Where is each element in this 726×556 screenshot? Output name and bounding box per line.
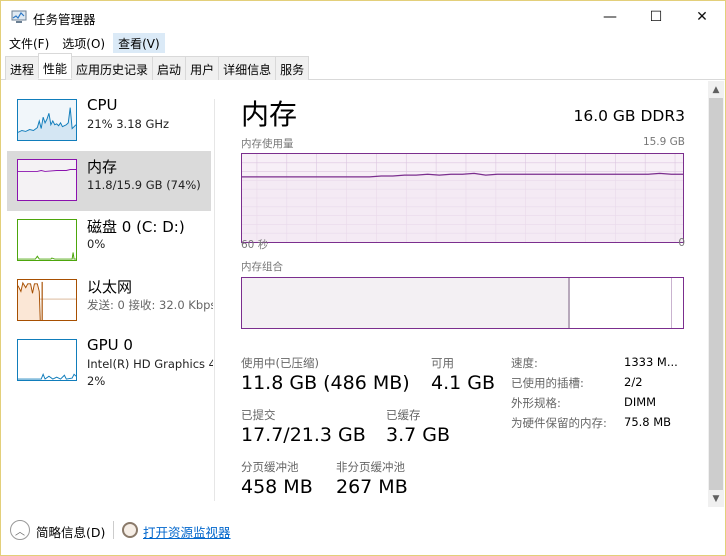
title-bar: 任务管理器 — ☐ ✕ <box>1 1 725 33</box>
sidebar-cpu-name: CPU <box>87 96 118 114</box>
sidebar-memory-usage: 11.8/15.9 GB (74%) <box>87 178 201 192</box>
tab-performance[interactable]: 性能 <box>38 53 73 79</box>
sidebar-ethernet-name: 以太网 <box>87 278 133 296</box>
graph-time-start: 60 秒 <box>241 239 269 251</box>
resource-monitor-icon <box>122 522 138 538</box>
maximize-button[interactable]: ☐ <box>633 1 679 33</box>
sidebar-ethernet-throughput: 发送: 0 接收: 32.0 Kbps <box>87 298 213 312</box>
close-button[interactable]: ✕ <box>679 1 725 33</box>
cached-label: 已缓存 <box>386 408 421 422</box>
sidebar-disk-name: 磁盘 0 (C: D:) <box>87 218 185 236</box>
maximize-icon: ☐ <box>649 9 663 25</box>
cached-value: 3.7 GB <box>386 424 451 446</box>
sidebar-item-ethernet[interactable]: 以太网 发送: 0 接收: 32.0 Kbps <box>7 271 213 331</box>
menu-bar: 文件(F) 选项(O) 查看(V) <box>1 33 725 53</box>
slots-used-value: 2/2 <box>624 375 643 389</box>
memory-usage-graph <box>241 153 684 243</box>
minimize-icon: — <box>603 9 617 25</box>
form-factor-label: 外形规格: <box>511 396 561 410</box>
hardware-reserved-value: 75.8 MB <box>624 415 672 429</box>
tab-startup[interactable]: 启动 <box>152 56 187 80</box>
gpu-thumbnail-graph <box>17 339 77 381</box>
sidebar-cpu-usage: 21% 3.18 GHz <box>87 117 170 131</box>
close-icon: ✕ <box>696 9 708 25</box>
paged-pool-label: 分页缓冲池 <box>241 460 299 474</box>
sidebar-item-cpu[interactable]: CPU 21% 3.18 GHz <box>7 91 211 151</box>
sidebar-gpu-model: Intel(R) HD Graphics 4600 <box>87 357 213 371</box>
in-use-value: 11.8 GB (486 MB) <box>241 372 410 394</box>
paged-pool-value: 458 MB <box>241 476 313 498</box>
nonpaged-pool-label: 非分页缓冲池 <box>336 460 405 474</box>
speed-value: 1333 M... <box>624 355 678 369</box>
task-manager-window: 任务管理器 — ☐ ✕ 文件(F) 选项(O) 查看(V) 进程 性能 应用历史… <box>0 0 726 556</box>
chevron-up-icon: ︿ <box>15 526 25 538</box>
sidebar-memory-name: 内存 <box>87 158 118 176</box>
sidebar-disk-usage: 0% <box>87 237 106 251</box>
minimize-button[interactable]: — <box>587 1 633 33</box>
cpu-thumbnail-graph <box>17 99 77 141</box>
tab-services[interactable]: 服务 <box>275 56 310 80</box>
in-use-label: 使用中(已压缩) <box>241 356 319 370</box>
tab-details[interactable]: 详细信息 <box>218 56 277 80</box>
footer-divider <box>113 521 114 539</box>
page-title: 内存 <box>241 98 298 131</box>
window-title: 任务管理器 <box>33 12 96 27</box>
usage-graph-label: 内存使用量 <box>241 138 294 150</box>
memory-thumbnail-graph <box>17 159 77 201</box>
composition-standby-segment[interactable] <box>569 278 672 328</box>
nonpaged-pool-value: 267 MB <box>336 476 408 498</box>
composition-label: 内存组合 <box>241 261 283 273</box>
form-factor-value: DIMM <box>624 395 657 409</box>
sidebar-gpu-name: GPU 0 <box>87 336 133 354</box>
disk-thumbnail-graph <box>17 219 77 261</box>
task-manager-app-icon <box>11 10 27 23</box>
ethernet-thumbnail-graph <box>17 279 77 321</box>
tab-users[interactable]: 用户 <box>185 56 220 80</box>
fewer-details-toggle[interactable]: ︿ <box>10 520 30 540</box>
composition-in-use-segment[interactable] <box>242 278 570 328</box>
sidebar-item-gpu[interactable]: GPU 0 Intel(R) HD Graphics 4600 2% <box>7 331 213 391</box>
sidebar-gpu-usage: 2% <box>87 374 106 388</box>
committed-label: 已提交 <box>241 408 276 422</box>
menu-view[interactable]: 查看(V) <box>113 33 165 53</box>
tab-app-history[interactable]: 应用历史记录 <box>71 56 154 80</box>
menu-options[interactable]: 选项(O) <box>57 33 110 53</box>
memory-composition-bar <box>241 277 684 329</box>
chevron-down-icon: ▼ <box>712 493 720 504</box>
sidebar-divider <box>214 99 215 501</box>
speed-label: 速度: <box>511 356 538 370</box>
footer-bar: ︿ 简略信息(D) 打开资源监视器 <box>1 507 725 555</box>
hardware-reserved-label: 为硬件保留的内存: <box>511 416 607 430</box>
scrollbar-thumb[interactable] <box>709 98 723 490</box>
available-value: 4.1 GB <box>431 372 496 394</box>
tab-bar: 进程 性能 应用历史记录 启动 用户 详细信息 服务 <box>1 53 725 80</box>
available-label: 可用 <box>431 356 454 370</box>
usage-area <box>242 173 683 242</box>
open-resource-monitor-link[interactable]: 打开资源监视器 <box>143 522 231 541</box>
scroll-up-button[interactable]: ▲ <box>708 81 724 98</box>
slots-used-label: 已使用的插槽: <box>511 376 584 390</box>
sidebar-item-memory[interactable]: 内存 11.8/15.9 GB (74%) <box>7 151 211 211</box>
committed-value: 17.7/21.3 GB <box>241 424 366 446</box>
graph-time-end: 0 <box>678 237 685 249</box>
fewer-details-button[interactable]: 简略信息(D) <box>36 522 105 541</box>
vertical-scrollbar[interactable]: ▲ ▼ <box>708 81 724 507</box>
menu-file[interactable]: 文件(F) <box>4 33 54 53</box>
usage-graph-max: 15.9 GB <box>642 136 685 148</box>
tab-processes[interactable]: 进程 <box>5 56 40 80</box>
sidebar-item-disk[interactable]: 磁盘 0 (C: D:) 0% <box>7 211 211 271</box>
chevron-up-icon: ▲ <box>712 84 720 95</box>
memory-spec: 16.0 GB DDR3 <box>573 107 685 125</box>
performance-sidebar: CPU 21% 3.18 GHz 内存 11.8/15.9 GB (74%) 磁… <box>7 91 213 501</box>
scroll-down-button[interactable]: ▼ <box>708 490 724 507</box>
